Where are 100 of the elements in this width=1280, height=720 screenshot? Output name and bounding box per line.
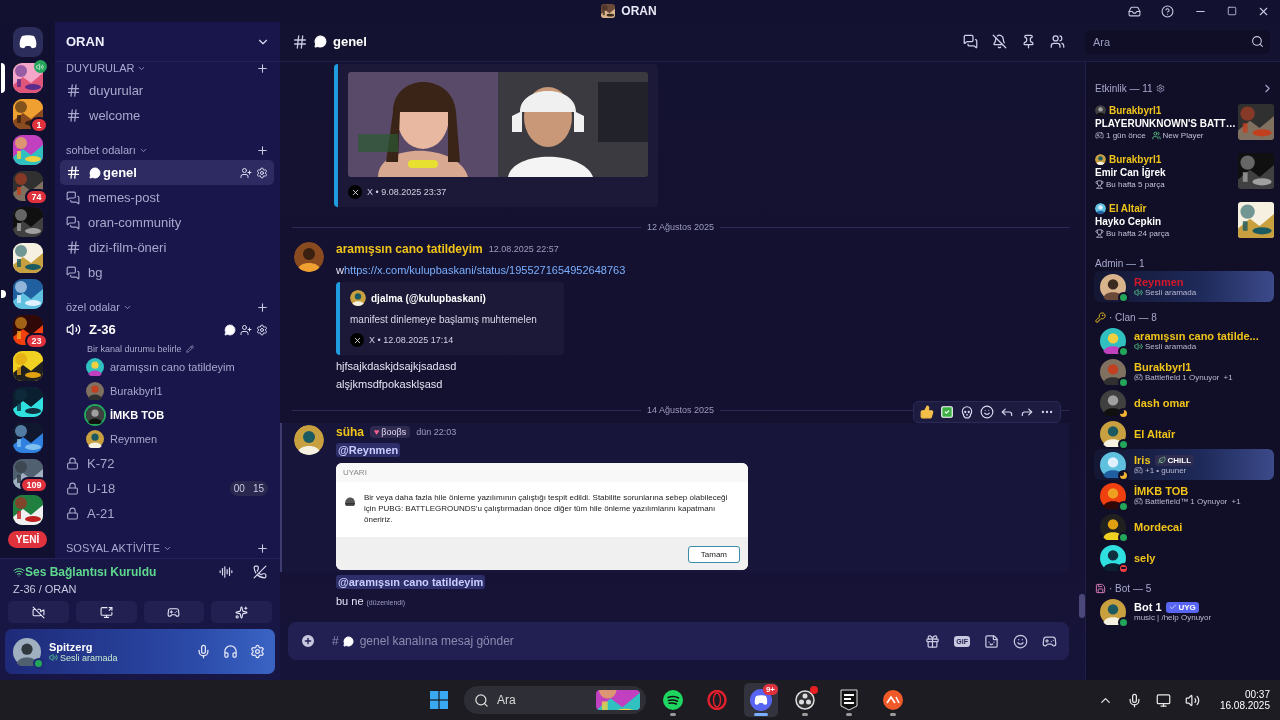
member-name: Mordecai: [1134, 520, 1183, 533]
message-input[interactable]: genel kanalına mesaj gönder: [357, 633, 922, 649]
scrollbar-thumb[interactable]: [1079, 594, 1085, 618]
member-item[interactable]: Iris CHiLL +1 • guuner: [1094, 449, 1274, 480]
taskbar-app[interactable]: 9+: [744, 683, 778, 717]
voice-member[interactable]: Reynmen: [60, 427, 274, 451]
activity-item[interactable]: Burakbyrl1 PLAYERUNKNOWN'S BATT… 1 gün önce New Player: [1094, 101, 1274, 143]
member-item[interactable]: sely: [1094, 542, 1274, 573]
spotify-icon: [663, 690, 683, 710]
message-author[interactable]: aramışsın cano tatildeyim: [336, 242, 483, 256]
channel-item[interactable]: Z-36: [60, 317, 274, 342]
bell-off-icon[interactable]: [992, 34, 1007, 49]
voice-member[interactable]: aramışsın cano tatildeyim: [60, 355, 274, 379]
channel-item[interactable]: oran-community: [60, 210, 274, 235]
microphone-icon[interactable]: [1126, 692, 1142, 708]
threads-icon[interactable]: [963, 34, 978, 49]
taskbar-search[interactable]: Ara: [464, 686, 646, 714]
category-header[interactable]: özel odalar: [66, 301, 132, 313]
settings-icon[interactable]: [1155, 84, 1165, 93]
network-icon[interactable]: [1155, 692, 1171, 708]
member-item[interactable]: dash omar: [1094, 387, 1274, 418]
server-icon[interactable]: [12, 423, 43, 453]
sticker-icon[interactable]: [984, 633, 999, 649]
camera-off-button[interactable]: [8, 601, 69, 623]
soundboard-button[interactable]: [211, 601, 272, 623]
maximize-icon[interactable]: [1227, 6, 1237, 16]
search-input[interactable]: Ara: [1091, 34, 1247, 49]
pin-icon[interactable]: [1021, 34, 1036, 49]
invite-icon[interactable]: [240, 323, 252, 336]
channel-item[interactable]: memes-post: [60, 185, 274, 210]
channel-item[interactable]: A-21: [60, 501, 274, 526]
add-attachment-icon[interactable]: [300, 633, 316, 649]
add-channel-icon[interactable]: [256, 300, 269, 314]
channel-status[interactable]: Bir kanal durumu belirle: [60, 342, 274, 355]
channel-item[interactable]: K-72: [60, 451, 274, 476]
channel-item[interactable]: dizi-film-öneri: [60, 235, 274, 260]
add-channel-icon[interactable]: [256, 541, 269, 555]
category-header[interactable]: sohbet odaları: [66, 144, 148, 156]
server-icon[interactable]: [12, 63, 43, 93]
members-icon[interactable]: [1050, 34, 1065, 49]
volume-icon[interactable]: [1184, 692, 1200, 708]
x-logo-icon: [348, 185, 362, 199]
message-link[interactable]: https://x.com/kulupbaskani/status/1955271654952648763: [343, 264, 626, 276]
server-icon[interactable]: [12, 387, 43, 417]
gamepad-icon[interactable]: [1042, 633, 1057, 649]
member-item[interactable]: El Altaîr: [1094, 418, 1274, 449]
skull-icon[interactable]: [960, 405, 974, 419]
user-status: Sesli aramada: [60, 652, 118, 663]
member-item[interactable]: Mordecai: [1094, 511, 1274, 542]
channel-item[interactable]: bg: [60, 260, 274, 285]
server-icon[interactable]: [12, 99, 43, 129]
voice-member[interactable]: Burakbyrl1: [60, 379, 274, 403]
message-author[interactable]: süha: [336, 425, 364, 439]
gift-icon[interactable]: [925, 633, 941, 649]
home-button[interactable]: [12, 27, 43, 57]
user-mention[interactable]: @aramışsın cano tatildeyim: [336, 575, 486, 589]
x-logo-icon: [350, 333, 364, 347]
add-channel-icon[interactable]: [256, 143, 269, 157]
microphone-icon[interactable]: [196, 644, 211, 659]
category-header[interactable]: SOSYAL AKTİVİTE: [66, 542, 173, 554]
channel-item[interactable]: welcome: [60, 103, 274, 128]
activity-button[interactable]: [143, 601, 205, 623]
add-channel-icon[interactable]: [256, 61, 269, 75]
channel-item[interactable]: genel: [60, 160, 274, 185]
activity-item[interactable]: El Altaîr Hayko Cepkin Bu hafta 24 parça: [1094, 199, 1274, 241]
thumbs-up-icon[interactable]: [920, 405, 934, 419]
invite-icon[interactable]: [240, 166, 252, 179]
activity-item[interactable]: Burakbyrl1 Emir Can İğrek Bu hafta 5 parça: [1094, 150, 1274, 192]
channel-item[interactable]: duyurular: [60, 78, 274, 103]
server-icon[interactable]: [12, 351, 43, 381]
chat-icon[interactable]: [224, 323, 236, 336]
member-item[interactable]: aramışsın cano tatilde... Sesli aramada: [1094, 325, 1274, 356]
server-icon[interactable]: [12, 279, 43, 309]
taskbar-search-input[interactable]: Ara: [495, 692, 590, 708]
member-item[interactable]: Reynmen Sesli aramada: [1094, 271, 1274, 302]
inbox-icon[interactable]: [1128, 4, 1141, 18]
add-reaction-icon[interactable]: [980, 405, 994, 419]
user-mention[interactable]: @Reynmen: [336, 443, 401, 457]
headphones-icon[interactable]: [223, 644, 238, 659]
member-item[interactable]: Burakbyrl1 Battlefield 1 Oynuyor +1: [1094, 356, 1274, 387]
server-icon[interactable]: [12, 207, 43, 237]
reply-icon[interactable]: [1000, 405, 1014, 419]
channel-item[interactable]: U-18 00 15: [60, 476, 274, 501]
disconnect-icon[interactable]: [253, 565, 267, 579]
ok-button[interactable]: Tamam: [687, 546, 740, 563]
search-field[interactable]: Ara: [1085, 29, 1270, 54]
category-header[interactable]: DUYURULAR: [66, 62, 147, 74]
server-icon[interactable]: [12, 495, 43, 525]
forward-icon[interactable]: [1020, 405, 1034, 419]
member-item[interactable]: Bot 1 UYG music | /help Oynuyor: [1094, 596, 1274, 627]
emoji-icon[interactable]: [1013, 633, 1028, 649]
check-box-icon[interactable]: [940, 405, 954, 419]
server-icon[interactable]: [12, 243, 43, 273]
member-item[interactable]: İMKB TOB Battlefield™ 1 Oynuyor +1: [1094, 480, 1274, 511]
clock[interactable]: 00:37 16.08.2025: [1219, 689, 1270, 711]
voice-member[interactable]: İMKB TOB: [60, 403, 274, 427]
help-icon[interactable]: [1161, 4, 1174, 18]
server-icon[interactable]: [12, 135, 43, 165]
screen-share-button[interactable]: [75, 601, 137, 623]
sound-wave-icon[interactable]: [219, 565, 233, 579]
